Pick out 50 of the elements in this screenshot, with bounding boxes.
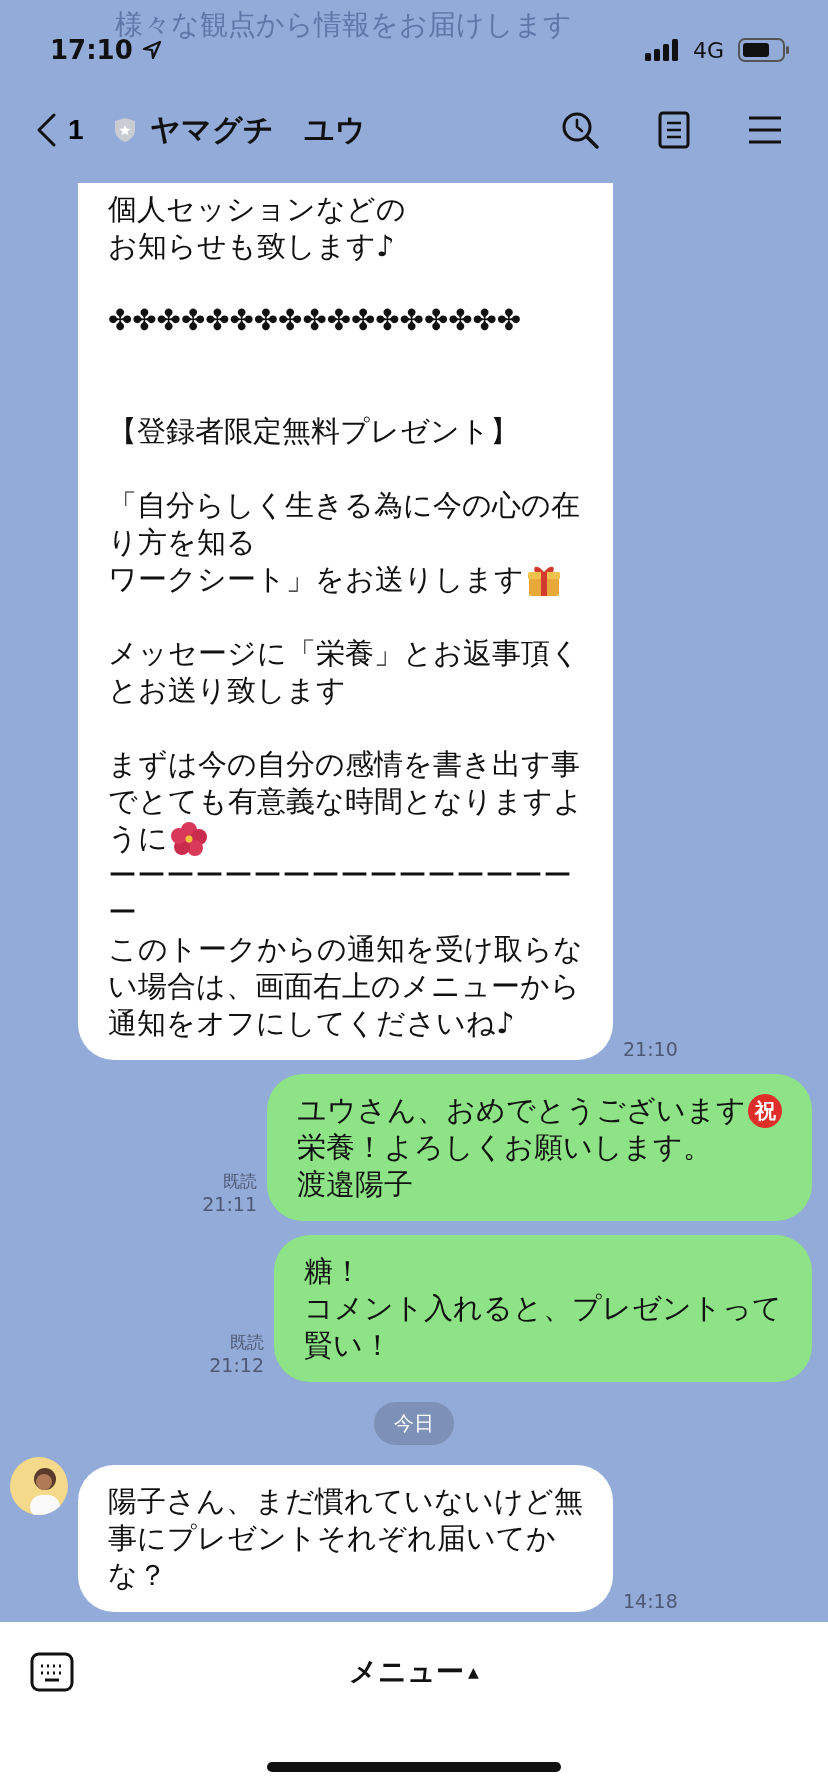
message-text: コメント入れると、プレゼントって (304, 1290, 782, 1327)
message-text: このトークからの通知を受け取らな (108, 931, 583, 968)
battery-icon (738, 38, 790, 62)
location-arrow-icon (140, 39, 163, 61)
signal-icon (644, 39, 681, 61)
menu-toggle-button[interactable]: メニュー$^{▲}$ (345, 1649, 483, 1695)
message-text: 陽子さん、まだ慣れていないけど無 (108, 1483, 583, 1520)
message-text: お知らせも致します♪ (108, 228, 395, 265)
message-text: り方を知る (108, 524, 256, 561)
message-time: 14:18 (623, 1590, 678, 1612)
message-text: 【登録者限定無料プレゼント】 (108, 413, 519, 450)
message-text: 個人セッションなどの (108, 191, 406, 228)
message-text: 渡邉陽子 (297, 1166, 413, 1203)
message-text: まずは今の自分の感情を書き出す事 (108, 746, 580, 783)
message-text: な？ (108, 1557, 167, 1594)
search-history-icon[interactable] (560, 110, 600, 150)
message-time: 21:10 (623, 1038, 678, 1060)
hibiscus-icon (170, 820, 208, 857)
menu-icon[interactable] (748, 115, 782, 145)
read-receipt: 既読 (223, 1170, 257, 1193)
message-text: でとても有意義な時間となりますよ (108, 783, 583, 820)
message-time: 21:11 (202, 1193, 257, 1215)
read-receipt: 既読 (230, 1331, 264, 1354)
message-text: 賢い！ (304, 1327, 392, 1364)
message-text: 糖！ (304, 1253, 362, 1290)
message-text: ワークシート」をお送りします (108, 561, 524, 598)
back-chevron-icon (36, 113, 56, 147)
notes-icon[interactable] (658, 111, 690, 149)
message-text: ✤✤✤✤✤✤✤✤✤✤✤✤✤✤✤✤✤ (108, 302, 522, 339)
keyboard-icon[interactable] (30, 1652, 74, 1692)
avatar[interactable] (10, 1457, 68, 1515)
back-button[interactable]: 1 (36, 113, 84, 147)
message-text: 「自分らしく生きる為に今の心の在 (108, 487, 580, 524)
unread-count: 1 (68, 114, 84, 146)
message-text: 通知をオフにしてくださいね♪ (108, 1005, 515, 1042)
message-text: 栄養！よろしくお願いします。 (297, 1129, 712, 1166)
chat-title: ヤマグチ ユウ (149, 110, 366, 149)
message-time: 21:12 (209, 1354, 264, 1376)
message-text: ユウさん、おめでとうございます (297, 1092, 746, 1129)
message-text: メッセージに「栄養」とお返事頂く (108, 635, 580, 672)
message-text: とお送り致します (108, 672, 346, 709)
date-separator: 今日 (374, 1402, 454, 1445)
shield-star-icon (113, 117, 136, 143)
message-text: い場合は、画面右上のメニューから (108, 968, 580, 1005)
celebration-emoji: 祝 (748, 1093, 782, 1128)
network-label: 4G (692, 37, 724, 63)
message-text: ー (108, 894, 137, 931)
message-text: うに (108, 820, 168, 857)
message-text: ーーーーーーーーーーーーーーーー (108, 857, 572, 894)
message-text: 事にプレゼントそれぞれ届いてか (108, 1520, 556, 1557)
